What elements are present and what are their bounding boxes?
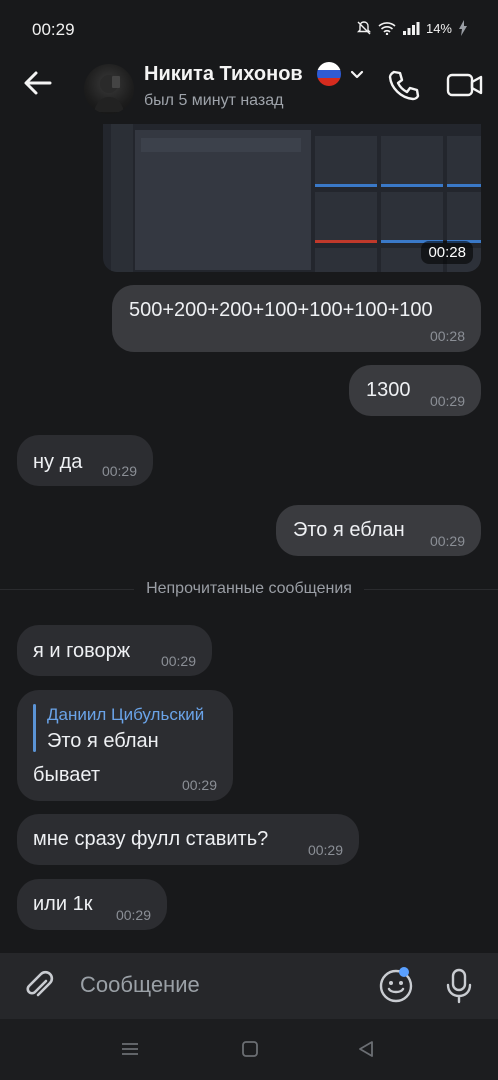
- back-nav-button[interactable]: [356, 1039, 376, 1064]
- square-icon: [242, 1041, 258, 1057]
- home-button[interactable]: [240, 1039, 260, 1064]
- chat-header: Никита Тихонов был 5 минут назад: [0, 46, 498, 120]
- last-seen-status: был 5 минут назад: [144, 92, 284, 109]
- message-bubble-incoming[interactable]: я и говорж 00:29: [17, 625, 212, 676]
- back-button[interactable]: [22, 68, 54, 98]
- message-time: 00:28: [429, 328, 465, 344]
- message-time: 00:29: [160, 653, 196, 669]
- photo-time: 00:28: [421, 241, 473, 264]
- message-bubble-incoming[interactable]: ну да 00:29: [17, 435, 153, 486]
- wifi-icon: [378, 22, 396, 35]
- message-time: 00:29: [101, 463, 137, 479]
- message-time: 00:29: [181, 777, 217, 793]
- message-time: 00:29: [429, 393, 465, 409]
- message-composer: Сообщение: [0, 953, 498, 1019]
- video-camera-icon: [446, 73, 483, 97]
- message-text: 1300: [366, 379, 411, 401]
- menu-lines-icon: [122, 1043, 138, 1055]
- avatar[interactable]: [84, 64, 134, 114]
- phone-icon: [388, 70, 420, 101]
- reply-author[interactable]: Даниил Цибульский: [47, 705, 204, 725]
- voice-message-button[interactable]: [444, 967, 474, 1005]
- triangle-back-icon: [359, 1041, 373, 1057]
- photo-content: [111, 124, 133, 272]
- paperclip-icon: [26, 970, 54, 997]
- message-text: бывает: [33, 764, 100, 786]
- message-bubble-incoming-reply[interactable]: Даниил Цибульский Это я еблан бывает 00:…: [17, 690, 233, 801]
- battery-percent: 14%: [425, 20, 452, 36]
- message-text: или 1к: [33, 893, 93, 915]
- reply-quote-bar: [33, 704, 36, 752]
- contact-name[interactable]: Никита Тихонов: [144, 63, 303, 86]
- mute-bell-icon: [356, 21, 371, 35]
- signal-icon: [402, 22, 420, 35]
- battery-charging-icon: [459, 20, 467, 36]
- video-call-button[interactable]: [446, 70, 484, 100]
- message-bubble-outgoing[interactable]: 500+200+200+100+100+100+100 00:28: [112, 285, 481, 352]
- arrow-left-icon: [24, 71, 52, 95]
- message-text: мне сразу фулл ставить?: [33, 828, 269, 850]
- message-bubble-outgoing[interactable]: 1300 00:29: [349, 365, 481, 416]
- message-text: я и говорж: [33, 640, 131, 662]
- attach-button[interactable]: [22, 969, 56, 1003]
- russia-flag-icon: [317, 62, 341, 86]
- chevron-down-icon[interactable]: [349, 68, 365, 86]
- status-time: 00:29: [32, 20, 75, 39]
- avatar-image: [94, 75, 124, 112]
- message-time: 00:29: [307, 842, 343, 858]
- message-text: ну да: [33, 451, 83, 473]
- message-time: 00:29: [115, 907, 151, 923]
- message-bubble-incoming[interactable]: или 1к 00:29: [17, 879, 167, 930]
- unread-divider-label: Непрочитанные сообщения: [134, 580, 364, 597]
- microphone-icon: [446, 968, 472, 1004]
- message-time: 00:29: [429, 533, 465, 549]
- message-bubble-incoming[interactable]: мне сразу фулл ставить? 00:29: [17, 814, 359, 865]
- system-nav-bar: [0, 1019, 498, 1080]
- call-button[interactable]: [385, 68, 421, 104]
- message-text: 500+200+200+100+100+100+100: [129, 299, 433, 321]
- status-icons: 14%: [356, 20, 468, 36]
- notification-dot: [399, 967, 409, 977]
- recent-apps-button[interactable]: [120, 1039, 140, 1064]
- unread-divider: Непрочитанные сообщения: [0, 580, 498, 598]
- message-bubble-outgoing[interactable]: Это я еблан 00:29: [276, 505, 481, 556]
- message-text: Это я еблан: [293, 519, 405, 541]
- reply-quoted-text[interactable]: Это я еблан: [47, 730, 159, 753]
- photo-attachment[interactable]: 00:28: [103, 124, 481, 272]
- message-input[interactable]: Сообщение: [80, 972, 200, 998]
